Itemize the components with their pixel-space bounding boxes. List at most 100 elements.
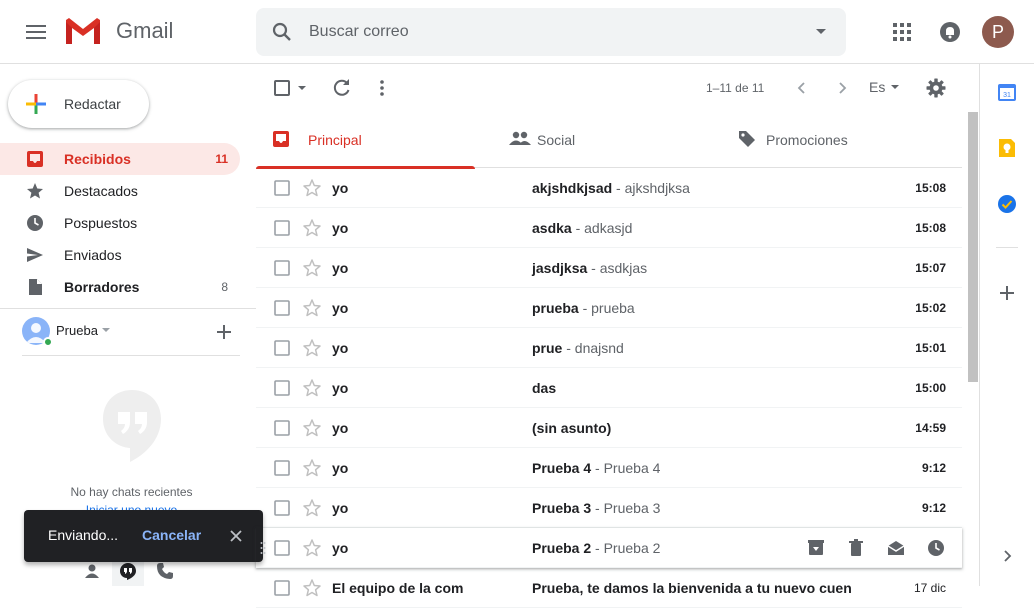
input-language-label: Es [869,79,886,95]
star-outline-icon[interactable] [302,538,322,558]
email-row[interactable]: yo das 15:00 [256,368,962,408]
email-row[interactable]: yo Prueba 2 - Prueba 2 [256,528,962,568]
sidebar-item-starred[interactable]: Destacados [0,175,240,207]
search-input[interactable] [309,20,779,44]
drag-handle-icon[interactable] [260,540,266,556]
star-outline-icon[interactable] [302,458,322,478]
scrollbar-thumb[interactable] [968,112,978,382]
tab-label: Principal [308,132,362,148]
star-outline-icon[interactable] [302,258,322,278]
email-row[interactable]: yo Prueba 3 - Prueba 3 9:12 [256,488,962,528]
chevron-right-icon[interactable] [832,78,852,98]
email-sender: yo [332,260,349,276]
mark-as-read-icon[interactable] [886,538,906,558]
tab-label: Social [537,132,576,148]
more-vert-icon[interactable] [372,78,392,98]
star-outline-icon[interactable] [302,498,322,518]
email-row[interactable]: yo asdka - adkasjd 15:08 [256,208,962,248]
email-time: 9:12 [921,501,946,515]
email-row[interactable]: yo prue - dnajsnd 15:01 [256,328,962,368]
archive-icon[interactable] [806,538,826,558]
row-checkbox[interactable] [274,500,290,516]
star-outline-icon[interactable] [302,578,322,598]
notifications-icon[interactable] [936,18,964,46]
email-row[interactable]: yo prueba - prueba 15:02 [256,288,962,328]
sidebar-item-drafts[interactable]: Borradores 8 [0,271,240,303]
hamburger-icon [26,25,46,39]
sidebar-item-count: 8 [221,280,228,294]
chevron-right-icon[interactable] [999,548,1015,564]
search-icon[interactable] [270,20,294,44]
delete-icon[interactable] [846,538,866,558]
search-bar[interactable] [256,8,846,56]
cancel-send-button[interactable]: Cancelar [142,527,201,543]
email-row[interactable]: yo jasdjksa - asdkjas 15:07 [256,248,962,288]
sidebar-item-snoozed[interactable]: Pospuestos [0,207,240,239]
select-options-icon[interactable] [298,86,306,90]
hangouts-user-selector[interactable]: Prueba [22,317,242,347]
chevron-left-icon[interactable] [792,78,812,98]
row-checkbox[interactable] [274,420,290,436]
inbox-icon [27,151,43,167]
email-time: 17 dic [913,581,946,595]
keep-icon[interactable] [997,138,1017,158]
email-subject: asdka - adkasjd [532,220,632,236]
star-outline-icon[interactable] [302,298,322,318]
pagination-range: 1–11 de 11 [706,81,765,95]
search-options-icon[interactable] [816,29,826,34]
phone-icon[interactable] [156,562,174,580]
hangouts-chat-icon[interactable] [119,562,137,580]
star-outline-icon[interactable] [302,378,322,398]
star-outline-icon[interactable] [302,178,322,198]
email-subject-text: Prueba 2 [532,540,592,556]
snooze-clock-icon[interactable] [926,538,946,558]
account-avatar[interactable]: P [982,16,1014,48]
email-sender: yo [332,500,349,516]
tab-social[interactable]: Social [493,112,723,168]
row-checkbox[interactable] [274,540,290,556]
row-checkbox[interactable] [274,460,290,476]
email-time: 15:07 [915,261,946,275]
row-checkbox[interactable] [274,340,290,356]
sidebar-item-sent[interactable]: Enviados [0,239,240,271]
tasks-icon[interactable] [997,194,1017,214]
get-addons-plus-icon[interactable] [997,283,1017,303]
email-row[interactable]: El equipo de la com Prueba, te damos la … [256,568,962,608]
star-outline-icon[interactable] [302,338,322,358]
star-outline-icon[interactable] [302,218,322,238]
refresh-icon[interactable] [332,78,352,98]
row-checkbox[interactable] [274,580,290,596]
tab-promociones[interactable]: Promociones [722,112,952,168]
close-icon[interactable] [228,528,244,544]
row-checkbox[interactable] [274,300,290,316]
compose-button[interactable]: Redactar [8,80,149,128]
row-checkbox[interactable] [274,260,290,276]
star-outline-icon[interactable] [302,418,322,438]
email-subject-text: prueba [532,300,579,316]
row-checkbox[interactable] [274,180,290,196]
email-row[interactable]: yo akjshdkjsad - ajkshdjksa 15:08 [256,168,962,208]
gmail-logo[interactable]: Gmail [64,16,173,46]
gear-icon[interactable] [926,78,946,98]
select-all-checkbox[interactable] [274,80,290,96]
input-language-button[interactable]: Es [869,79,900,95]
send-icon [27,248,43,262]
mail-toolbar: 1–11 de 11 Es [256,64,978,112]
sidebar-item-inbox[interactable]: Recibidos 11 [0,143,240,175]
row-checkbox[interactable] [274,380,290,396]
email-subject: (sin asunto) [532,420,611,436]
contacts-icon[interactable] [83,562,101,580]
email-row[interactable]: yo (sin asunto) 14:59 [256,408,962,448]
new-chat-plus-icon[interactable] [214,322,234,342]
email-row[interactable]: yo Prueba 4 - Prueba 4 9:12 [256,448,962,488]
calendar-icon[interactable]: 31 [997,82,1017,102]
email-subject-text: das [532,380,557,396]
main-menu-button[interactable] [16,12,56,52]
tag-icon [739,131,755,147]
email-subject: Prueba 2 - Prueba 2 [532,540,660,556]
people-icon [509,131,531,145]
no-recent-chats-text: No hay chats recientes [70,485,193,499]
row-checkbox[interactable] [274,220,290,236]
apps-grid-icon[interactable] [888,18,916,46]
tab-principal[interactable]: Principal [256,112,486,169]
